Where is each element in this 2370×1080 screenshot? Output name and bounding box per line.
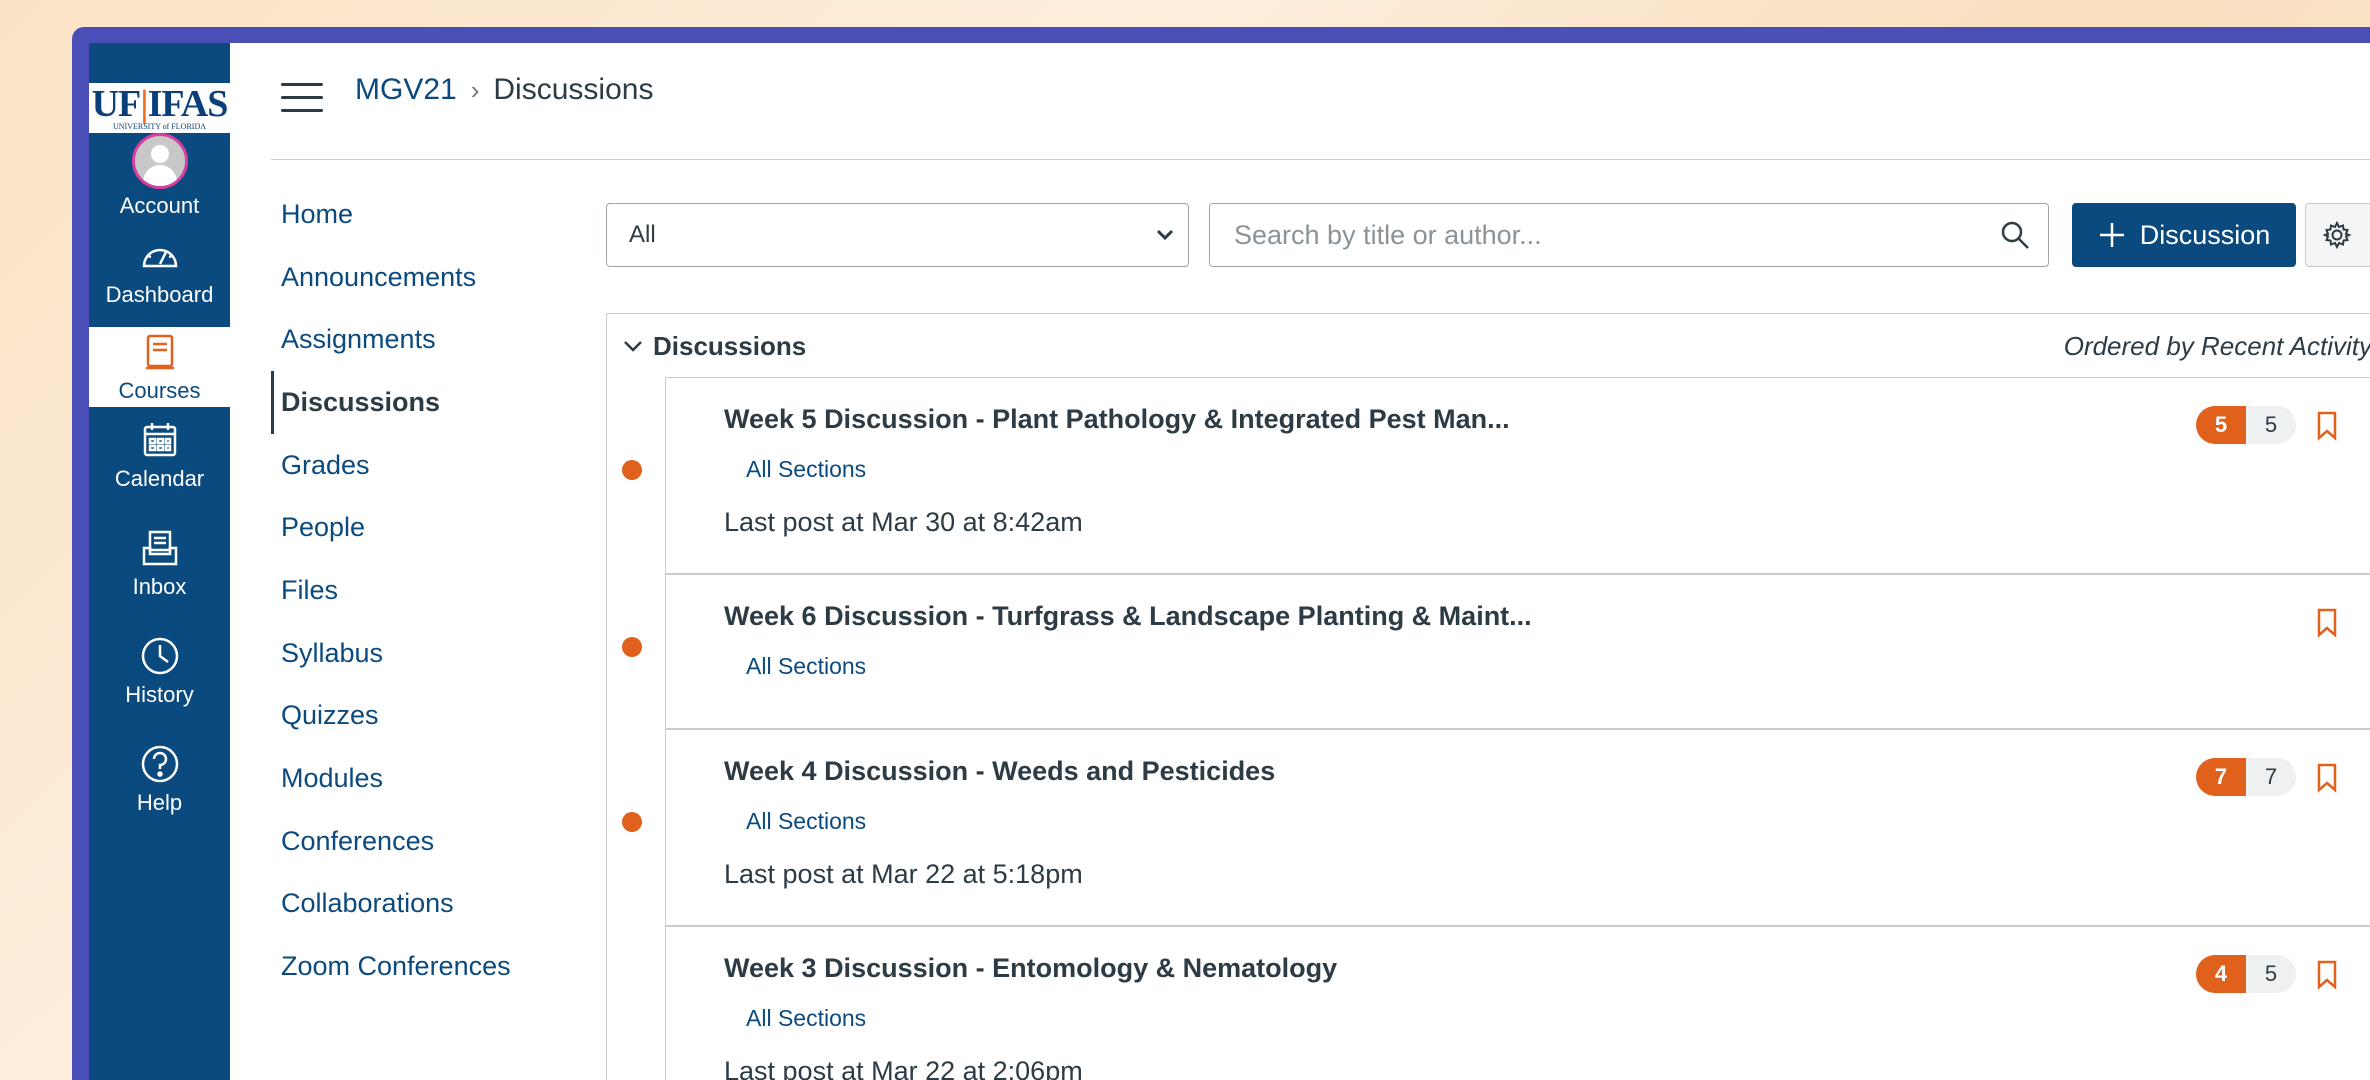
gnav-account[interactable]: Account — [89, 131, 230, 221]
gear-icon — [2322, 220, 2352, 250]
discussion-title-link[interactable]: Week 3 Discussion - Entomology & Nematol… — [724, 953, 1337, 984]
gnav-inbox-label: Inbox — [132, 574, 187, 599]
collapse-chevron-icon[interactable] — [623, 339, 643, 353]
logo-text-ifas: IFAS — [147, 82, 229, 125]
unread-count: 4 — [2196, 955, 2246, 993]
reply-count-badge: 4 5 — [2196, 955, 2296, 993]
course-nav-announcements[interactable]: Announcements — [271, 246, 571, 309]
course-nav-grades[interactable]: Grades — [271, 434, 571, 497]
gnav-courses[interactable]: Courses — [89, 327, 230, 407]
discussions-heading: Discussions — [653, 330, 807, 361]
add-discussion-label: Discussion — [2139, 219, 2271, 250]
course-nav-zoom-conferences[interactable]: Zoom Conferences — [271, 935, 571, 998]
breadcrumb-separator: › — [470, 74, 480, 105]
discussion-filter-select[interactable]: All — [606, 203, 1189, 267]
discussion-last-post: Last post at Mar 22 at 2:06pm — [724, 1056, 1083, 1080]
total-count: 5 — [2246, 955, 2296, 993]
course-nav-people[interactable]: People — [271, 496, 571, 559]
settings-button[interactable] — [2305, 203, 2370, 267]
course-nav-collaborations[interactable]: Collaborations — [271, 873, 571, 936]
course-nav-home[interactable]: Home — [271, 183, 571, 246]
course-nav-assignments[interactable]: Assignments — [271, 308, 571, 371]
discussion-sections: All Sections — [746, 808, 867, 834]
bookmark-icon[interactable] — [2316, 608, 2338, 638]
discussions-panel-header[interactable]: Discussions Ordered by Recent Activity — [607, 314, 2370, 378]
chevron-down-icon — [1156, 229, 1174, 241]
discussion-sections: All Sections — [746, 1005, 867, 1031]
discussion-row[interactable]: Week 3 Discussion - Entomology & Nematol… — [665, 926, 2370, 1080]
breadcrumb: MGV21 › Discussions — [355, 73, 653, 107]
course-nav: Home Announcements Assignments Discussio… — [271, 183, 571, 998]
reply-count-badge: 7 7 — [2196, 758, 2296, 796]
unread-count: 7 — [2196, 758, 2246, 796]
course-nav-discussions[interactable]: Discussions — [271, 371, 571, 434]
discussion-title-link[interactable]: Week 6 Discussion - Turfgrass & Landscap… — [724, 601, 1532, 632]
courses-icon — [145, 334, 174, 370]
course-nav-syllabus[interactable]: Syllabus — [271, 622, 571, 685]
discussion-sections: All Sections — [746, 653, 867, 679]
avatar — [131, 133, 188, 189]
unread-dot-icon — [622, 812, 642, 832]
course-nav-quizzes[interactable]: Quizzes — [271, 685, 571, 748]
header-divider — [271, 159, 2370, 160]
unread-dot-icon — [622, 637, 642, 657]
bookmark-icon[interactable] — [2316, 411, 2338, 441]
gnav-calendar[interactable]: Calendar — [89, 415, 230, 495]
gnav-dashboard[interactable]: Dashboard — [89, 231, 230, 311]
discussions-panel: Discussions Ordered by Recent Activity W… — [606, 313, 2370, 1080]
order-label: Ordered by Recent Activity — [2063, 330, 2370, 361]
gnav-account-label: Account — [119, 193, 200, 218]
bookmark-icon[interactable] — [2316, 763, 2338, 793]
gnav-history-label: History — [125, 682, 194, 707]
total-count: 5 — [2246, 406, 2296, 444]
unread-count: 5 — [2196, 406, 2246, 444]
breadcrumb-course-link[interactable]: MGV21 — [355, 73, 457, 107]
search-icon[interactable] — [2000, 220, 2030, 250]
discussion-last-post: Last post at Mar 22 at 5:18pm — [724, 859, 1083, 889]
plus-icon — [2099, 223, 2124, 247]
gnav-dashboard-label: Dashboard — [105, 282, 214, 307]
discussion-last-post: Last post at Mar 30 at 8:42am — [724, 507, 1083, 537]
global-nav: UF|IFAS UNIVERSITY of FLORIDA Account Da… — [89, 43, 230, 1080]
search-input[interactable] — [1232, 218, 1996, 252]
unread-dot-icon — [622, 460, 642, 480]
gnav-courses-label: Courses — [118, 378, 201, 403]
uf-ifas-logo: UF|IFAS UNIVERSITY of FLORIDA — [89, 83, 230, 133]
filter-selected-value: All — [629, 221, 656, 248]
discussion-title-link[interactable]: Week 5 Discussion - Plant Pathology & In… — [724, 404, 1510, 435]
discussion-row[interactable]: Week 4 Discussion - Weeds and Pesticides… — [622, 729, 2370, 926]
history-icon — [141, 637, 178, 675]
bookmark-icon[interactable] — [2316, 960, 2338, 990]
canvas-app: UF|IFAS UNIVERSITY of FLORIDA Account Da… — [89, 43, 2370, 1080]
discussion-row[interactable]: Week 5 Discussion - Plant Pathology & In… — [622, 377, 2370, 574]
course-nav-conferences[interactable]: Conferences — [271, 810, 571, 873]
inbox-icon — [142, 530, 177, 566]
course-nav-modules[interactable]: Modules — [271, 747, 571, 810]
gnav-calendar-label: Calendar — [114, 466, 205, 491]
discussion-row[interactable]: Week 6 Discussion - Turfgrass & Landscap… — [622, 574, 2370, 729]
logo-text-uf: UF — [91, 82, 142, 125]
breadcrumb-current: Discussions — [493, 73, 654, 106]
gnav-inbox[interactable]: Inbox — [89, 523, 230, 603]
gnav-help-label: Help — [136, 790, 183, 815]
add-discussion-button[interactable]: Discussion — [2072, 203, 2296, 267]
help-icon — [141, 745, 178, 783]
course-nav-files[interactable]: Files — [271, 559, 571, 622]
reply-count-badge: 5 5 — [2196, 406, 2296, 444]
total-count: 7 — [2246, 758, 2296, 796]
calendar-icon — [143, 423, 176, 457]
discussion-title-link[interactable]: Week 4 Discussion - Weeds and Pesticides — [724, 756, 1275, 787]
discussion-sections: All Sections — [746, 456, 867, 482]
gnav-history[interactable]: History — [89, 631, 230, 711]
search-field[interactable] — [1209, 203, 2049, 267]
gnav-help[interactable]: Help — [89, 739, 230, 819]
dashboard-icon — [142, 248, 177, 268]
hamburger-menu-icon[interactable] — [281, 83, 323, 117]
logo-subtext: UNIVERSITY of FLORIDA — [112, 121, 207, 131]
